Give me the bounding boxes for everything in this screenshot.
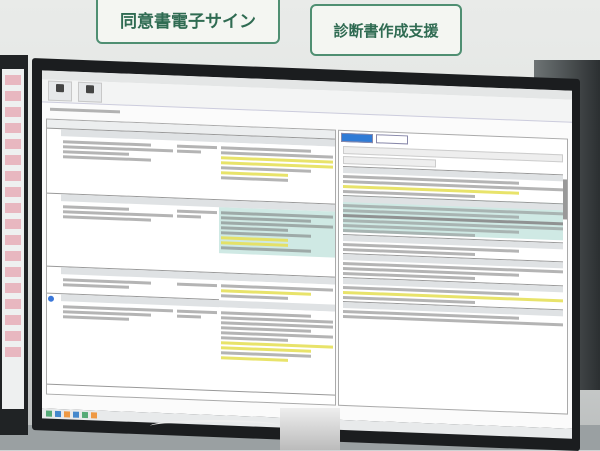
taskbar-icon[interactable] [64,411,70,418]
tab-inactive[interactable] [376,134,408,145]
monitor-screen [42,70,572,429]
sign-diagnosis-support: 診断書作成支援 [310,4,462,56]
taskbar-icon[interactable] [55,410,61,418]
taskbar-icon[interactable] [82,411,88,419]
info-icon[interactable] [48,295,54,302]
taskbar-icon[interactable] [91,412,97,419]
comparison-pane [46,118,336,406]
back-icon [86,85,94,94]
taskbar-icon[interactable] [46,410,52,417]
left-monitor [0,55,28,435]
record-block-highlighted [343,194,563,241]
left-monitor-screen [2,69,24,409]
monitor-stand [280,408,340,450]
main-monitor [32,58,580,451]
taskbar-icon[interactable] [73,411,79,418]
detail-pane [338,129,568,415]
close-button[interactable] [48,80,72,102]
document-block [47,293,335,396]
sign-consent-e-signature: 同意書電子サイン [96,0,280,44]
tab-active[interactable] [341,132,373,144]
document-block [47,128,335,205]
cable [150,420,280,432]
back-button[interactable] [78,81,102,103]
scrollbar[interactable] [563,179,567,220]
close-icon [56,83,64,93]
document-block [47,193,335,278]
